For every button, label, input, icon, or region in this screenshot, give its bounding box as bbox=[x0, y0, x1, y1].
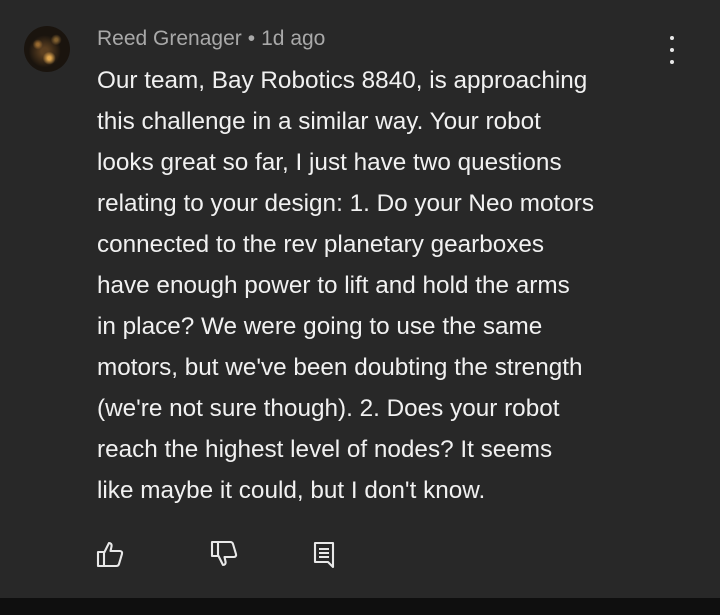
comment-line: like maybe it could, but I don't know. bbox=[97, 477, 486, 504]
comment-line: this challenge in a similar way. Your ro… bbox=[97, 108, 541, 135]
thumbs-up-icon bbox=[96, 541, 124, 568]
comment-line: relating to your design: 1. Do your Neo … bbox=[97, 190, 594, 217]
header-separator: • bbox=[247, 27, 256, 50]
comment-time: 1d ago bbox=[261, 27, 326, 50]
comment-actions bbox=[0, 530, 720, 574]
comment-card: Reed Grenager • 1d ago Our team, Bay Robot… bbox=[0, 0, 720, 598]
avatar[interactable] bbox=[24, 26, 70, 72]
comment-header: Reed Grenager • 1d ago bbox=[97, 27, 325, 51]
comment-body: Our team, Bay Robotics 8840, is approach… bbox=[97, 60, 707, 511]
dislike-button[interactable] bbox=[208, 538, 240, 570]
comment-line: motors, but we've been doubting the stre… bbox=[97, 354, 583, 381]
comment-line: (we're not sure though). 2. Does your ro… bbox=[97, 395, 560, 422]
thumbs-down-icon bbox=[210, 540, 238, 567]
comment-line: have enough power to lift and hold the a… bbox=[97, 272, 570, 299]
comment-icon bbox=[313, 541, 335, 569]
reply-button[interactable] bbox=[308, 538, 340, 570]
comment-line: Our team, Bay Robotics 8840, is approach… bbox=[97, 67, 588, 94]
comment-line: reach the highest level of nodes? It see… bbox=[97, 436, 553, 463]
menu-dot bbox=[670, 48, 674, 52]
comment-line: in place? We were going to use the same bbox=[97, 313, 543, 340]
menu-dot bbox=[670, 36, 674, 40]
like-button[interactable] bbox=[94, 538, 126, 570]
comment-line: looks great so far, I just have two ques… bbox=[97, 149, 562, 176]
comment-line: connected to the rev planetary gearboxes bbox=[97, 231, 545, 258]
author-name[interactable]: Reed Grenager bbox=[97, 27, 242, 50]
bottom-bar bbox=[0, 598, 720, 615]
